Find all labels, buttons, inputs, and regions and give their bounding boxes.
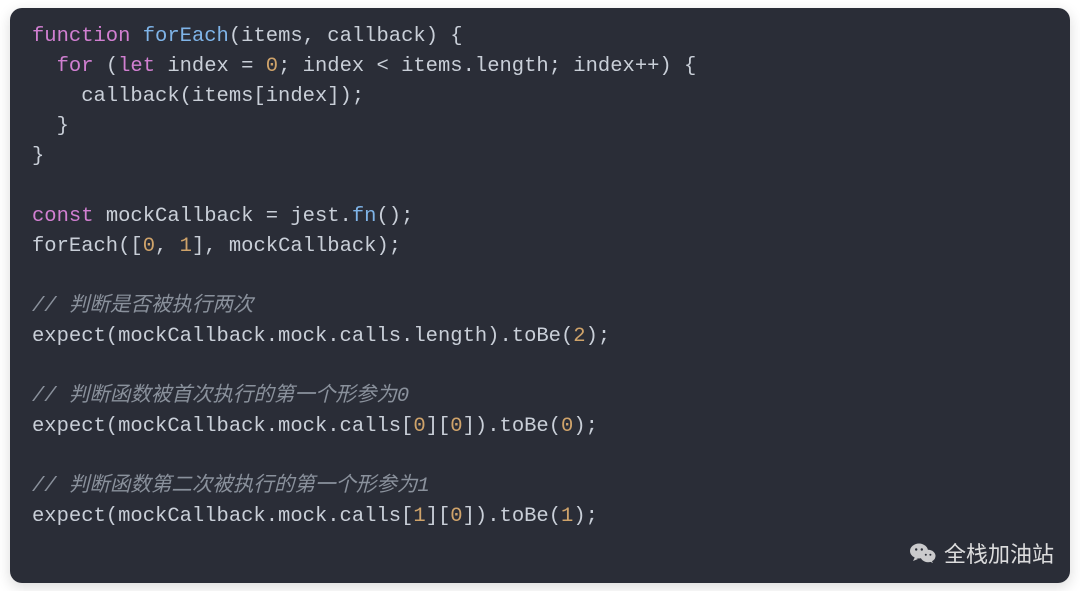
code-token-number: 0 (266, 55, 278, 78)
code-token-plain: } (32, 115, 69, 138)
code-token-plain: (items, callback) { (229, 25, 463, 48)
code-token-number: 0 (143, 235, 155, 258)
code-token-keyword2: const (32, 205, 94, 228)
code-token-number: 0 (450, 415, 462, 438)
watermark-text: 全栈加油站 (944, 537, 1054, 569)
code-token-number: 1 (180, 235, 192, 258)
code-token-keyword2: let (118, 55, 155, 78)
code-token-plain: forEach([ (32, 235, 143, 258)
code-token-plain: expect(mockCallback.mock.calls[ (32, 505, 413, 528)
code-token-plain: ); (586, 325, 611, 348)
code-token-plain: ( (94, 55, 119, 78)
code-token-plain: expect(mockCallback.mock.calls[ (32, 415, 413, 438)
code-token-plain: callback(items[index]); (32, 85, 364, 108)
code-token-number: 0 (561, 415, 573, 438)
code-token-number: 1 (561, 505, 573, 528)
code-token-plain: ][ (426, 505, 451, 528)
code-token-plain: expect(mockCallback.mock.calls.length).t… (32, 325, 573, 348)
code-token-keyword: function (32, 25, 130, 48)
code-token-number: 0 (413, 415, 425, 438)
code-token-fn: fn (352, 205, 377, 228)
code-token-plain: mockCallback = jest. (94, 205, 352, 228)
code-token-keyword: for (57, 55, 94, 78)
code-token-plain: ; index < items.length; index++) { (278, 55, 696, 78)
code-token-plain (32, 55, 57, 78)
code-token-plain: index = (155, 55, 266, 78)
code-token-plain: , (155, 235, 180, 258)
code-card: function forEach(items, callback) { for … (10, 8, 1070, 583)
code-token-comment: // 判断是否被执行两次 (32, 295, 253, 318)
wechat-icon (910, 542, 936, 564)
code-token-number: 1 (413, 505, 425, 528)
code-token-plain: ][ (426, 415, 451, 438)
code-token-number: 0 (450, 505, 462, 528)
code-token-plain: } (32, 145, 44, 168)
code-token-plain: ], mockCallback); (192, 235, 401, 258)
code-token-number: 2 (573, 325, 585, 348)
code-token-plain: ); (573, 505, 598, 528)
code-token-plain: ]).toBe( (463, 505, 561, 528)
code-token-plain: (); (376, 205, 413, 228)
code-token-plain (130, 25, 142, 48)
code-token-plain: ]).toBe( (463, 415, 561, 438)
code-token-funcname: forEach (143, 25, 229, 48)
code-token-comment: // 判断函数第二次被执行的第一个形参为1 (32, 475, 430, 498)
watermark: 全栈加油站 (910, 537, 1054, 569)
code-token-comment: // 判断函数被首次执行的第一个形参为0 (32, 385, 409, 408)
code-token-plain: ); (573, 415, 598, 438)
code-block: function forEach(items, callback) { for … (32, 22, 1048, 532)
